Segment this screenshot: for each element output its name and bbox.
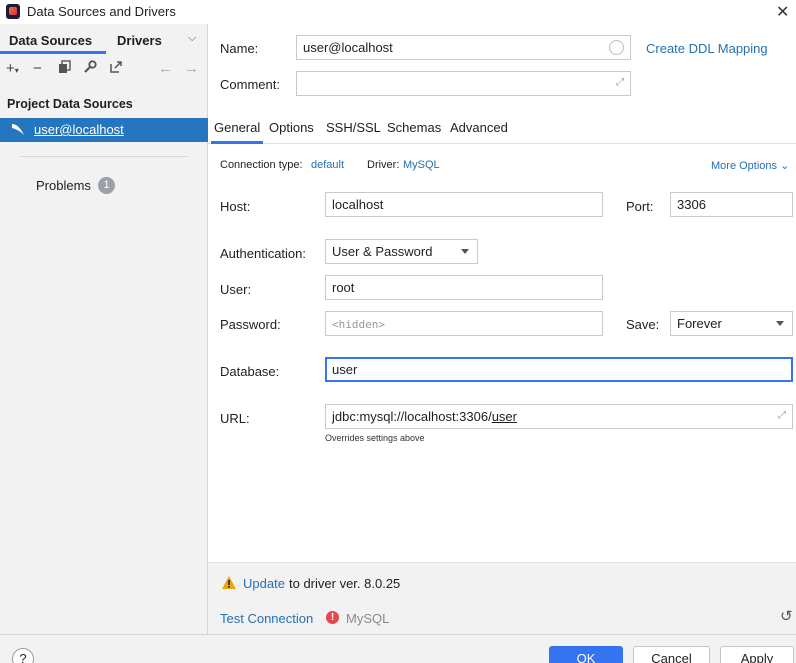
update-driver-link[interactable]: Update xyxy=(243,576,285,591)
title-bar: Data Sources and Drivers ✕ xyxy=(0,0,796,24)
authentication-select[interactable]: User & Password xyxy=(325,239,478,264)
apply-button[interactable]: Apply xyxy=(720,646,794,663)
tab-ssh-ssl[interactable]: SSH/SSL xyxy=(326,120,381,135)
tab-options[interactable]: Options xyxy=(269,120,314,135)
save-select[interactable]: Forever xyxy=(670,311,793,336)
more-options-label: More Options xyxy=(711,160,778,172)
save-label: Save: xyxy=(626,317,660,332)
left-panel xyxy=(0,24,208,634)
error-icon: ! xyxy=(326,611,339,624)
url-label: URL: xyxy=(220,411,250,426)
name-field[interactable]: user@localhost xyxy=(296,35,631,60)
expand-icon[interactable]: ⤢ xyxy=(616,77,624,88)
warning-icon xyxy=(222,576,236,592)
reset-icon[interactable]: ↺ xyxy=(780,607,793,625)
connection-type-link[interactable]: default xyxy=(311,159,344,171)
user-label: User: xyxy=(220,282,252,297)
window-title: Data Sources and Drivers xyxy=(27,4,176,19)
test-connection-link[interactable]: Test Connection xyxy=(220,611,313,626)
expand-icon[interactable]: ⤢ xyxy=(778,410,786,421)
project-data-sources-heading: Project Data Sources xyxy=(7,97,133,111)
ok-button[interactable]: OK xyxy=(549,646,623,663)
name-label: Name: xyxy=(220,41,259,56)
datagrip-app-icon xyxy=(6,4,20,19)
database-field[interactable]: user xyxy=(325,357,793,382)
url-prefix: jdbc:mysql://localhost:3306/ xyxy=(332,409,492,424)
port-label: Port: xyxy=(626,199,654,214)
back-arrow-icon[interactable]: ← xyxy=(158,60,173,77)
authentication-value: User & Password xyxy=(332,244,433,259)
more-options-link[interactable]: More Options ⌄ xyxy=(711,159,789,172)
help-button[interactable]: ? xyxy=(12,648,34,663)
jump-to-icon[interactable] xyxy=(109,60,123,78)
duplicate-icon[interactable] xyxy=(58,60,71,78)
data-source-label: user@localhost xyxy=(34,122,124,137)
driver-label: Driver: xyxy=(367,159,400,171)
database-label: Database: xyxy=(220,364,280,379)
data-source-item[interactable]: user@localhost xyxy=(0,118,208,142)
mysql-dolphin-icon xyxy=(12,124,24,135)
comment-field[interactable]: ⤢ xyxy=(296,71,631,96)
chevron-down-icon: ⌄ xyxy=(780,160,790,172)
tab-divider xyxy=(208,143,796,144)
connection-type-label: Connection type: xyxy=(220,159,303,171)
remove-icon[interactable]: − xyxy=(33,60,42,77)
active-tab-indicator xyxy=(211,141,263,144)
url-note: Overrides settings above xyxy=(325,433,425,443)
chevron-down-icon[interactable]: ⌵ xyxy=(188,32,196,45)
host-field[interactable]: localhost xyxy=(325,192,603,217)
tab-general[interactable]: General xyxy=(214,120,260,135)
password-label: Password: xyxy=(220,317,281,332)
cancel-button[interactable]: Cancel xyxy=(633,646,710,663)
user-field[interactable]: root xyxy=(325,275,603,300)
dropdown-arrow-icon xyxy=(776,321,784,326)
tab-drivers[interactable]: Drivers xyxy=(117,33,162,48)
save-value: Forever xyxy=(677,316,722,331)
driver-link[interactable]: MySQL xyxy=(403,159,440,171)
tab-data-sources[interactable]: Data Sources xyxy=(9,33,92,48)
separator xyxy=(20,156,188,157)
update-driver-text: to driver ver. 8.0.25 xyxy=(289,576,401,591)
create-ddl-mapping-link[interactable]: Create DDL Mapping xyxy=(646,41,768,56)
comment-label: Comment: xyxy=(220,77,280,92)
test-driver-label: MySQL xyxy=(346,611,390,626)
forward-arrow-icon[interactable]: → xyxy=(184,60,199,77)
problems-item[interactable]: Problems xyxy=(36,178,91,193)
close-icon[interactable]: ✕ xyxy=(776,2,789,22)
tab-advanced[interactable]: Advanced xyxy=(450,120,508,135)
url-field[interactable]: jdbc:mysql://localhost:3306/user ⤢ xyxy=(325,404,793,429)
authentication-label: Authentication: xyxy=(220,246,307,261)
problems-count-badge: 1 xyxy=(98,177,115,194)
url-database: user xyxy=(491,409,517,424)
wrench-icon[interactable] xyxy=(83,60,97,78)
add-icon[interactable]: +▾ xyxy=(6,60,19,77)
color-circle-icon[interactable] xyxy=(609,40,624,55)
port-field[interactable]: 3306 xyxy=(670,192,793,217)
name-value: user@localhost xyxy=(303,40,393,55)
password-field[interactable]: <hidden> xyxy=(325,311,603,336)
dropdown-arrow-icon xyxy=(461,249,469,254)
active-tab-indicator xyxy=(0,51,106,54)
tab-schemas[interactable]: Schemas xyxy=(387,120,441,135)
host-label: Host: xyxy=(220,199,251,214)
